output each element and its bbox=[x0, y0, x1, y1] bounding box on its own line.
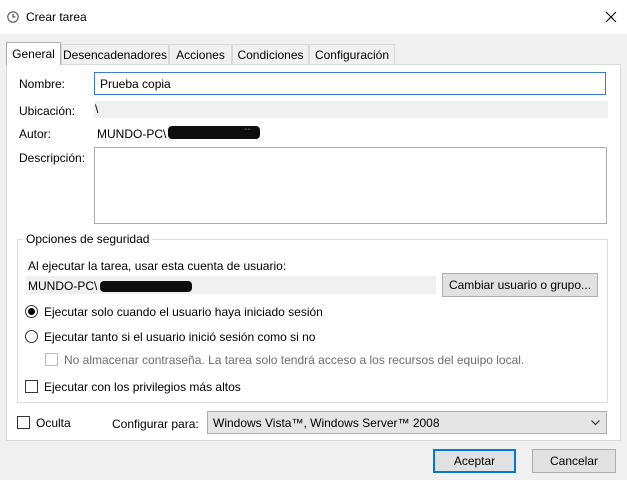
location-field bbox=[94, 101, 608, 118]
tab-condiciones[interactable]: Condiciones bbox=[232, 44, 309, 64]
tab-label: Acciones bbox=[176, 47, 225, 62]
configure-for-value: Windows Vista™, Windows Server™ 2008 bbox=[213, 415, 440, 430]
close-icon bbox=[605, 11, 617, 23]
accept-button[interactable]: Aceptar bbox=[433, 449, 516, 473]
configure-for-select[interactable]: Windows Vista™, Windows Server™ 2008 bbox=[207, 411, 607, 434]
security-options-title: Opciones de seguridad bbox=[23, 232, 153, 246]
description-label: Descripción: bbox=[19, 151, 86, 165]
tab-label: Desencadenadores bbox=[62, 47, 168, 62]
author-value: MUNDO-PC\ bbox=[97, 127, 167, 141]
no-store-password-label: No almacenar contraseña. La tarea solo t… bbox=[64, 353, 525, 367]
tab-acciones[interactable]: Acciones bbox=[169, 44, 232, 64]
clock-icon bbox=[7, 11, 19, 23]
background-window-strip bbox=[0, 480, 627, 486]
run-whether-logged-on-label[interactable]: Ejecutar tanto si el usuario inició sesi… bbox=[44, 330, 315, 344]
description-textarea[interactable] bbox=[94, 147, 607, 224]
run-when-logged-on-radio[interactable] bbox=[25, 305, 38, 318]
tab-desencadenadores[interactable]: Desencadenadores bbox=[61, 44, 169, 64]
author-suffix: -- bbox=[244, 124, 251, 135]
radio-selected-dot bbox=[28, 308, 35, 315]
tab-configuracion[interactable]: Configuración bbox=[309, 44, 395, 64]
tab-label: Condiciones bbox=[237, 47, 304, 62]
location-value: \ bbox=[95, 102, 99, 116]
tab-general[interactable]: General bbox=[6, 42, 61, 65]
cancel-button[interactable]: Cancelar bbox=[532, 449, 616, 473]
change-user-button[interactable]: Cambiar usuario o grupo... bbox=[442, 273, 598, 297]
close-button[interactable] bbox=[596, 4, 626, 30]
location-label: Ubicación: bbox=[19, 104, 76, 118]
tab-label: Configuración bbox=[314, 47, 390, 62]
run-whether-logged-on-radio[interactable] bbox=[25, 330, 38, 343]
name-label: Nombre: bbox=[19, 77, 66, 91]
title-bar bbox=[0, 0, 627, 34]
window-title: Crear tarea bbox=[26, 10, 87, 24]
highest-privileges-checkbox[interactable] bbox=[25, 380, 38, 393]
tab-label: General bbox=[12, 47, 55, 61]
hidden-checkbox[interactable] bbox=[17, 416, 30, 429]
name-input[interactable]: Prueba copia bbox=[94, 72, 606, 95]
redacted-user bbox=[100, 281, 192, 292]
hidden-label[interactable]: Oculta bbox=[36, 416, 71, 430]
user-account-value: MUNDO-PC\ bbox=[28, 279, 98, 293]
no-store-password-checkbox[interactable] bbox=[45, 353, 58, 366]
chevron-down-icon bbox=[591, 420, 600, 426]
author-label: Autor: bbox=[19, 127, 52, 141]
highest-privileges-label[interactable]: Ejecutar con los privilegios más altos bbox=[44, 380, 241, 394]
run-when-logged-on-label[interactable]: Ejecutar solo cuando el usuario haya ini… bbox=[44, 305, 323, 319]
run-as-label: Al ejecutar la tarea, usar esta cuenta d… bbox=[28, 259, 287, 273]
configure-for-label: Configurar para: bbox=[112, 417, 199, 431]
